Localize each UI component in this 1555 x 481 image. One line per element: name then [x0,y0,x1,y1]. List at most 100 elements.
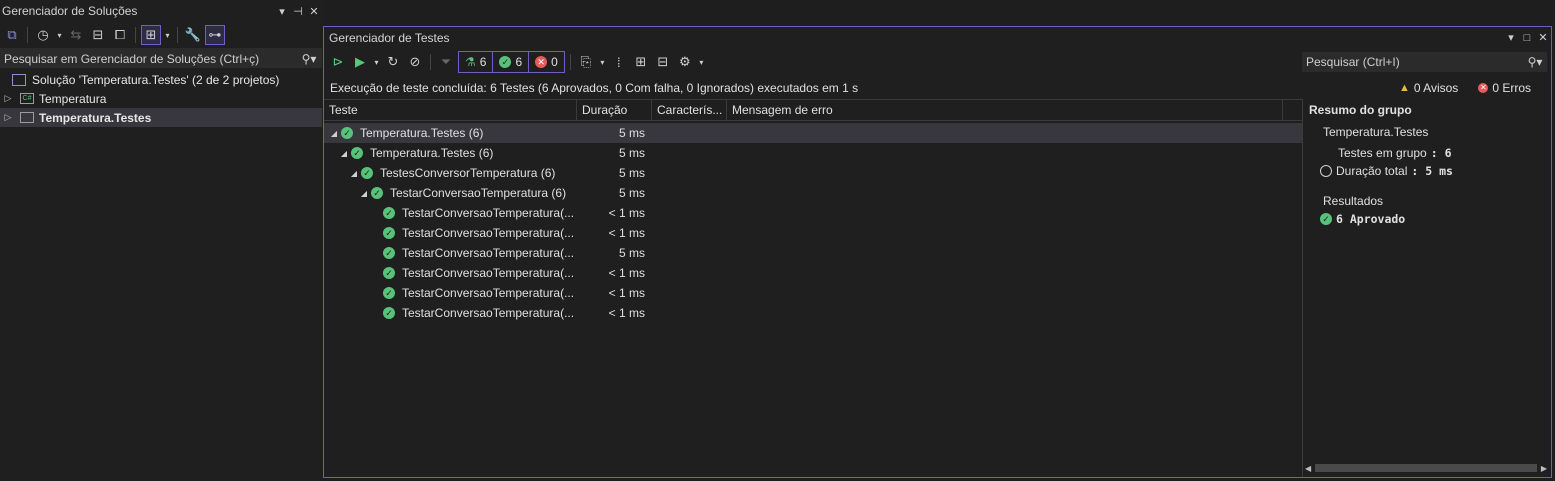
switch-views-icon[interactable]: ⧉ [2,25,22,45]
summary-passed-value: 6 Aprovado [1336,212,1406,226]
solution-explorer-title-bar: Gerenciador de Soluções ▾ ⊣ ✕ [0,0,322,22]
preview-icon[interactable]: ⊶ [205,25,225,45]
column-header-traits[interactable]: Caracterís... [652,100,727,120]
scroll-right-icon[interactable]: ▶ [1541,464,1547,473]
filter-icon[interactable]: ⏷ [436,52,456,72]
test-row[interactable]: ✓ TestarConversaoTemperatura(... < 1 ms [324,263,1302,283]
run-all-icon[interactable]: ⊳ [328,52,348,72]
column-header-test[interactable]: Teste [324,100,577,120]
passed-tests-button[interactable]: ✓ 6 [492,52,528,72]
expand-icon[interactable]: ▷ [2,112,14,123]
scroll-left-icon[interactable]: ◀ [1305,464,1311,473]
test-row[interactable]: ✓ TestarConversaoTemperatura(... < 1 ms [324,303,1302,323]
chevron-down-icon[interactable]: ▾ [697,52,706,72]
run-icon[interactable]: ▶ [350,52,370,72]
expand-icon[interactable]: ▷ [2,93,14,104]
properties-wrench-icon[interactable]: 🔧 [183,25,203,45]
settings-gear-icon[interactable]: ⚙ [675,52,695,72]
test-explorer-title-bar: Gerenciador de Testes ▾ □ ✕ [324,27,1551,48]
test-name-cell: ✓ TestarConversaoTemperatura(... [324,286,577,300]
dropdown-icon[interactable]: ▾ [274,5,290,18]
project-label: Temperatura [39,91,107,106]
expand-all-icon[interactable]: ⊞ [631,52,651,72]
test-row[interactable]: ✓ TestarConversaoTemperatura(... < 1 ms [324,223,1302,243]
chevron-down-icon[interactable]: ▾ [372,52,381,72]
column-header-duration[interactable]: Duração [577,100,652,120]
collapse-all-icon[interactable]: ⊟ [88,25,108,45]
show-all-files-icon[interactable]: ⧠ [110,25,130,45]
solution-search-box[interactable]: Pesquisar em Gerenciador de Soluções (Ct… [0,48,322,68]
collapse-icon[interactable]: ◢ [339,149,349,158]
chevron-down-icon[interactable]: ▾ [163,25,172,45]
passed-icon: ✓ [383,227,395,239]
error-icon: ✕ [1478,83,1489,93]
scroll-thumb[interactable] [1315,464,1537,472]
chevron-down-icon[interactable]: ▾ [55,25,64,45]
warning-icon: ▲ [1398,82,1410,94]
group-summary-panel: Resumo do grupo Temperatura.Testes Teste… [1302,99,1551,477]
toolbar-separator [177,27,178,43]
flask-icon: ⚗ [465,55,476,69]
failed-x-icon: ✕ [535,56,548,68]
test-row[interactable]: ◢ ✓ TestesConversorTemperatura (6) 5 ms [324,163,1302,183]
summary-horizontal-scrollbar[interactable]: ◀ ▶ [1305,462,1547,474]
total-tests-button[interactable]: ⚗ 6 [459,52,492,72]
test-duration: < 1 ms [608,266,645,280]
test-row[interactable]: ✓ TestarConversaoTemperatura(... < 1 ms [324,283,1302,303]
test-name-cell: ✓ TestarConversaoTemperatura(... [324,206,577,220]
chevron-down-icon[interactable]: ▾ [598,52,607,72]
test-name-cell: ✓ TestarConversaoTemperatura(... [324,246,577,260]
passed-icon: ✓ [383,287,395,299]
close-icon[interactable]: ✕ [306,5,322,18]
test-duration: 5 ms [618,186,645,200]
history-icon[interactable]: ◷ [33,25,53,45]
pin-icon[interactable]: ⊣ [290,5,306,18]
csharp-project-icon: C# [20,93,34,104]
dropdown-icon[interactable]: ▾ [1503,31,1519,44]
summary-duration-label: Duração total [1336,164,1408,178]
summary-group-name: Temperatura.Testes [1323,125,1429,139]
collapse-icon[interactable]: ◢ [329,129,339,138]
maximize-icon[interactable]: □ [1519,32,1535,44]
sync-icon[interactable]: ⇆ [66,25,86,45]
rerun-failed-icon[interactable]: ↻ [383,52,403,72]
collapse-icon[interactable]: ◢ [359,189,369,198]
solution-node[interactable]: Solução 'Temperatura.Testes' (2 de 2 pro… [0,70,322,89]
test-row[interactable]: ◢ ✓ Temperatura.Testes (6) 5 ms [324,143,1302,163]
test-search-box[interactable]: Pesquisar (Ctrl+I) ⚲▾ [1302,52,1547,72]
test-row[interactable]: ✓ TestarConversaoTemperatura(... 5 ms [324,243,1302,263]
project-node[interactable]: ▷ Temperatura.Testes [0,108,322,127]
run-status-bar: Execução de teste concluída: 6 Testes (6… [330,79,1551,97]
playlist-icon[interactable]: ⎘ [576,52,596,72]
toolbar-separator [27,27,28,43]
search-icon[interactable]: ⚲▾ [296,52,322,66]
passed-icon: ✓ [361,167,373,179]
test-duration: < 1 ms [608,206,645,220]
failed-count: 0 [551,55,558,69]
test-name: TestesConversorTemperatura (6) [380,166,556,180]
search-icon[interactable]: ⚲▾ [1523,55,1547,69]
test-row[interactable]: ◢ ✓ Temperatura.Testes (6) 5 ms [324,123,1302,143]
summary-duration-line: Duração total : 5 ms [1303,160,1551,178]
summary-heading: Resumo do grupo [1309,103,1412,117]
test-row[interactable]: ✓ TestarConversaoTemperatura(... < 1 ms [324,203,1302,223]
passed-icon: ✓ [383,207,395,219]
collapse-icon[interactable]: ◢ [349,169,359,178]
passed-icon: ✓ [341,127,353,139]
close-icon[interactable]: ✕ [1535,31,1551,44]
cancel-run-icon[interactable]: ⊘ [405,52,425,72]
collapse-all-icon[interactable]: ⊟ [653,52,673,72]
failed-tests-button[interactable]: ✕ 0 [528,52,564,72]
column-header-error-message[interactable]: Mensagem de erro [727,100,1283,120]
errors-filter[interactable]: ✕ 0 Erros [1478,81,1531,95]
summary-passed-line[interactable]: ✓ 6 Aprovado [1303,208,1551,226]
filter-icon[interactable]: ⊞ [141,25,161,45]
warnings-filter[interactable]: ▲ 0 Avisos [1399,81,1458,95]
group-by-icon[interactable]: ⁞ [609,52,629,72]
project-node[interactable]: ▷ C# Temperatura [0,89,322,108]
test-name: TestarConversaoTemperatura(... [402,246,575,260]
test-row[interactable]: ◢ ✓ TestarConversaoTemperatura (6) 5 ms [324,183,1302,203]
passed-icon: ✓ [383,247,395,259]
summary-tests-label: Testes em grupo [1338,146,1427,160]
solution-explorer-toolbar: ⧉ ◷ ▾ ⇆ ⊟ ⧠ ⊞ ▾ 🔧 ⊶ [0,22,322,48]
